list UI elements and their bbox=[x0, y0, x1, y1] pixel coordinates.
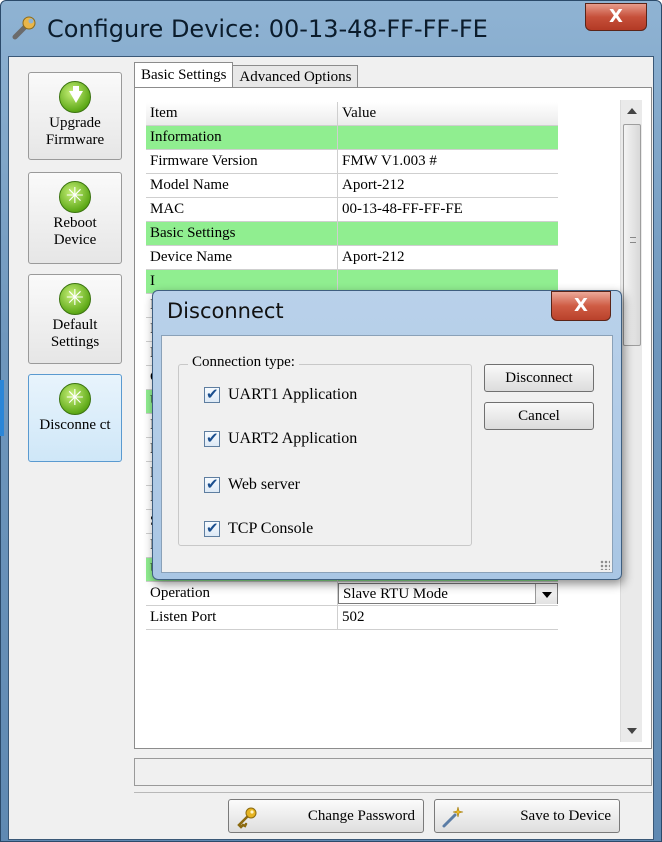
checkbox-checked-icon[interactable] bbox=[204, 475, 220, 493]
uart2-application-checkbox[interactable]: UART2 Application bbox=[204, 429, 358, 448]
checkbox-checked-icon[interactable] bbox=[204, 385, 220, 403]
grid-cell-item: MAC bbox=[146, 198, 338, 221]
checkbox-checked-icon[interactable] bbox=[204, 429, 220, 447]
grid-cell-value[interactable] bbox=[338, 126, 558, 149]
upgrade-firmware-label: Upgrade Firmware bbox=[45, 115, 105, 148]
grid-cell-item: Operation bbox=[146, 582, 338, 605]
grid-row[interactable]: Device Name Aport-212 bbox=[146, 246, 558, 270]
resize-grip-icon[interactable] bbox=[600, 560, 610, 570]
scroll-down-arrow-icon[interactable] bbox=[621, 720, 643, 742]
grip-icon bbox=[630, 237, 636, 243]
grid-row[interactable]: Firmware Version FMW V1.003 # bbox=[146, 150, 558, 174]
window-titlebar: Configure Device: 00-13-48-FF-FF-FE bbox=[11, 9, 488, 49]
uart2-application-label: UART2 Application bbox=[228, 430, 358, 447]
download-arrow-icon bbox=[59, 81, 91, 113]
grid-cell-value: Slave RTU Mode bbox=[338, 582, 558, 605]
grid-cell-item: Listen Port bbox=[146, 606, 338, 629]
sparkle-icon bbox=[59, 283, 91, 315]
default-settings-button[interactable]: Default Settings bbox=[28, 274, 122, 364]
value-dropdown[interactable]: Slave RTU Mode bbox=[338, 583, 558, 604]
bottom-toolbar: Change Password Save to Device bbox=[134, 792, 652, 836]
tcp-console-checkbox[interactable]: TCP Console bbox=[204, 519, 314, 538]
web-server-label: Web server bbox=[228, 476, 301, 493]
edge-accent bbox=[0, 380, 4, 436]
tab-advanced-options[interactable]: Advanced Options bbox=[233, 65, 359, 88]
grid-cell-item: Device Name bbox=[146, 246, 338, 269]
window-title: Configure Device: 00-13-48-FF-FF-FE bbox=[47, 15, 488, 43]
grid-scrollbar[interactable] bbox=[620, 100, 642, 742]
save-to-device-label: Save to Device bbox=[520, 808, 611, 824]
dropdown-selected-value: Slave RTU Mode bbox=[343, 586, 448, 602]
reboot-device-button[interactable]: Reboot Device bbox=[28, 172, 122, 264]
grid-cell-value[interactable]: FMW V1.003 # bbox=[338, 150, 558, 173]
magic-wand-icon bbox=[441, 805, 465, 829]
window-close-button[interactable]: X bbox=[585, 3, 647, 31]
column-header-value[interactable]: Value bbox=[338, 102, 558, 125]
grid-cell-value[interactable]: Aport-212 bbox=[338, 174, 558, 197]
disconnect-label: Disconne ct bbox=[39, 417, 111, 433]
grid-row[interactable]: Listen Port 502 bbox=[146, 606, 558, 630]
change-password-button[interactable]: Change Password bbox=[228, 799, 424, 833]
grid-cell-item: Firmware Version bbox=[146, 150, 338, 173]
uart1-application-checkbox[interactable]: UART1 Application bbox=[204, 385, 358, 404]
grid-row[interactable]: Information bbox=[146, 126, 558, 150]
grid-row[interactable]: Operation Slave RTU Mode bbox=[146, 582, 558, 606]
dialog-cancel-button[interactable]: Cancel bbox=[484, 402, 594, 430]
tab-basic-settings[interactable]: Basic Settings bbox=[134, 62, 234, 88]
web-server-checkbox[interactable]: Web server bbox=[204, 475, 301, 494]
dialog-close-button[interactable]: X bbox=[551, 291, 611, 321]
column-header-item[interactable]: Item bbox=[146, 102, 338, 125]
chevron-down-icon[interactable] bbox=[535, 584, 557, 604]
dialog-disconnect-button[interactable]: Disconnect bbox=[484, 364, 594, 392]
disconnect-button[interactable]: Disconne ct bbox=[28, 374, 122, 462]
grid-cell-value[interactable]: 00-13-48-FF-FF-FE bbox=[338, 198, 558, 221]
grid-cell-item: Information bbox=[146, 126, 338, 149]
grid-cell-item: Basic Settings bbox=[146, 222, 338, 245]
key-icon bbox=[235, 805, 259, 829]
grid-cell-value[interactable] bbox=[338, 222, 558, 245]
checkbox-checked-icon[interactable] bbox=[204, 519, 220, 537]
grid-header: Item Value bbox=[146, 102, 558, 126]
settings-tabs: Basic Settings Advanced Options bbox=[134, 62, 359, 88]
scroll-thumb[interactable] bbox=[623, 124, 641, 346]
change-password-label: Change Password bbox=[307, 808, 415, 824]
grid-row[interactable]: Basic Settings bbox=[146, 222, 558, 246]
reboot-device-label: Reboot Device bbox=[53, 215, 97, 248]
grid-cell-value[interactable]: Aport-212 bbox=[338, 246, 558, 269]
sparkle-icon bbox=[59, 383, 91, 415]
disconnect-dialog: Disconnect X Connection type: UART1 Appl… bbox=[152, 290, 622, 580]
connection-type-label: Connection type: bbox=[188, 354, 299, 371]
upgrade-firmware-button[interactable]: Upgrade Firmware bbox=[28, 72, 122, 160]
uart1-application-label: UART1 Application bbox=[228, 386, 358, 403]
sparkle-icon bbox=[59, 181, 91, 213]
wrench-icon bbox=[11, 15, 39, 43]
dialog-title: Disconnect bbox=[167, 299, 284, 323]
grid-cell-item: Model Name bbox=[146, 174, 338, 197]
dialog-body: Connection type: UART1 Application UART2… bbox=[161, 335, 613, 573]
tcp-console-label: TCP Console bbox=[228, 520, 314, 537]
scroll-up-arrow-icon[interactable] bbox=[621, 100, 643, 122]
grid-row[interactable]: MAC 00-13-48-FF-FF-FE bbox=[146, 198, 558, 222]
status-bar bbox=[134, 758, 652, 786]
save-to-device-button[interactable]: Save to Device bbox=[434, 799, 620, 833]
grid-cell-value[interactable]: 502 bbox=[338, 606, 558, 629]
default-settings-label: Default Settings bbox=[50, 317, 100, 350]
grid-row[interactable]: Model Name Aport-212 bbox=[146, 174, 558, 198]
